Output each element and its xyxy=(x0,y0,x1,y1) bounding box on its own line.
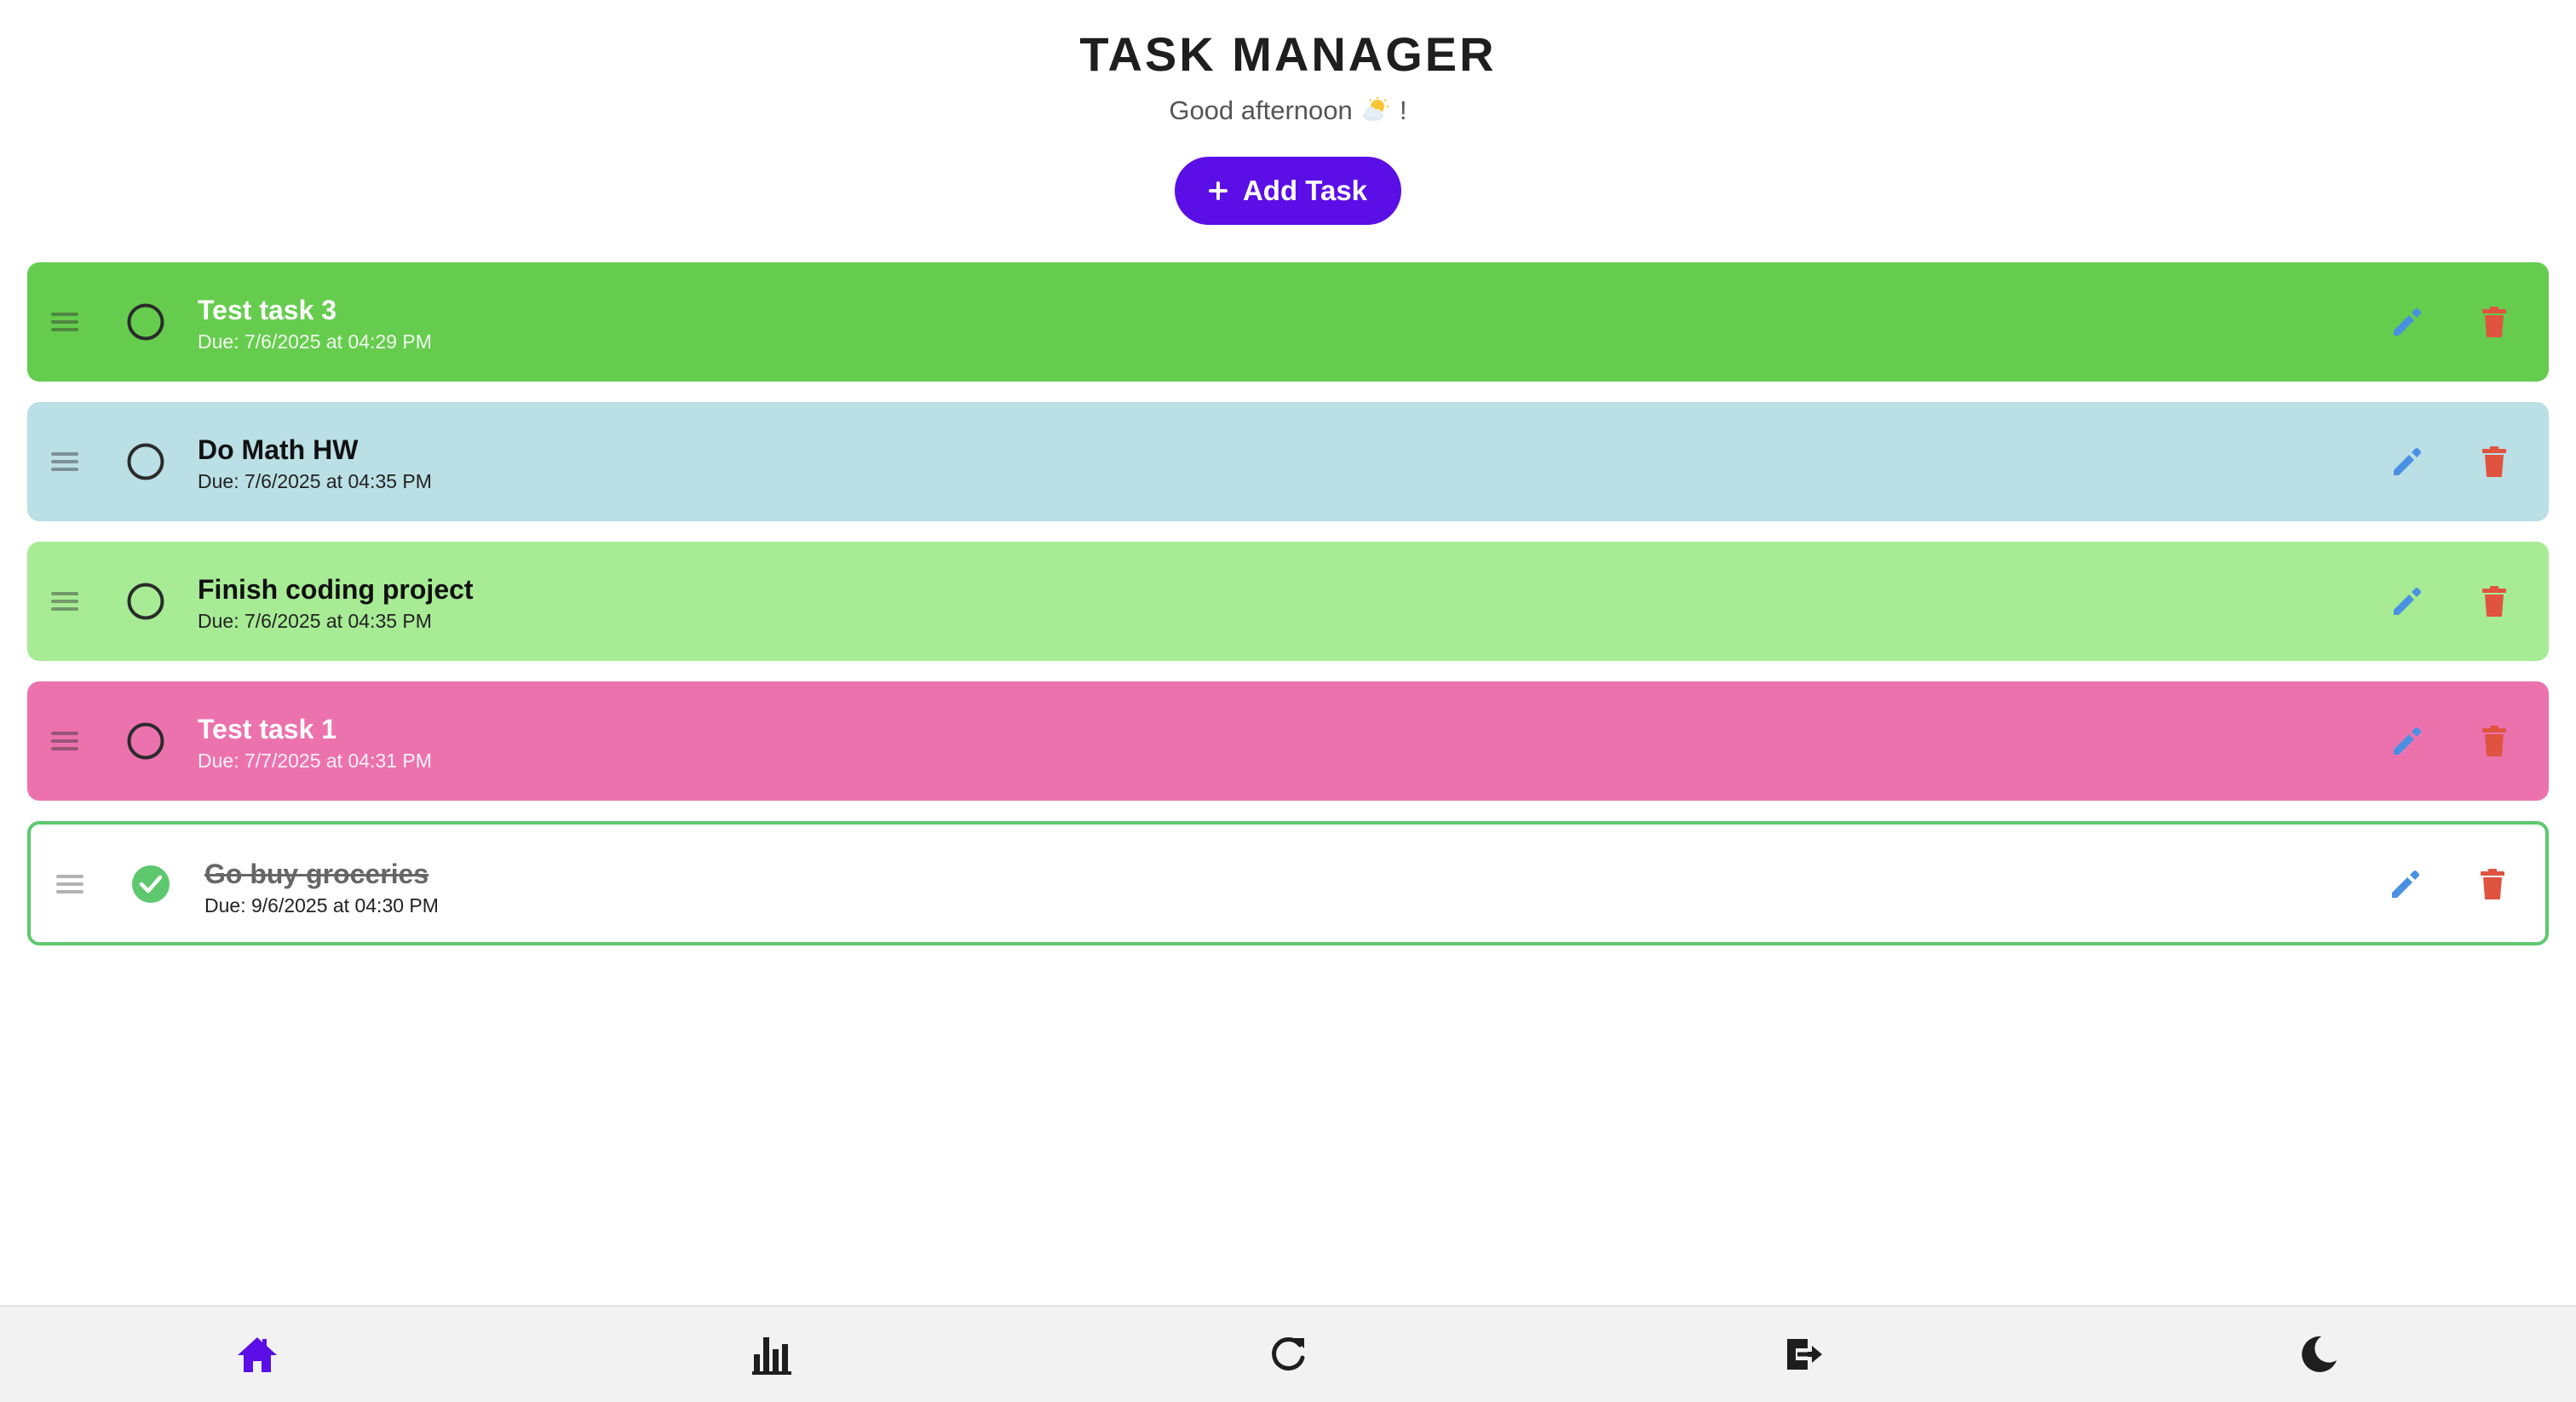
task-due-date: Due: 7/6/2025 at 04:35 PM xyxy=(198,470,432,492)
drag-handle-icon[interactable] xyxy=(51,732,78,750)
task-text: Do Math HW Due: 7/6/2025 at 04:35 PM xyxy=(198,433,432,494)
logout-icon xyxy=(1787,1339,1822,1370)
nav-stats-button[interactable] xyxy=(746,1329,797,1380)
unchecked-circle-icon[interactable] xyxy=(126,721,165,761)
add-task-button[interactable]: Add Task xyxy=(1175,157,1401,225)
task-due-date: Due: 7/6/2025 at 04:29 PM xyxy=(198,330,432,353)
bar-chart-icon xyxy=(752,1337,791,1375)
drag-handle-icon[interactable] xyxy=(56,875,83,893)
nav-logout-button[interactable] xyxy=(1779,1329,1830,1380)
pencil-icon[interactable] xyxy=(2389,867,2423,901)
task-text: Finish coding project Due: 7/6/2025 at 04… xyxy=(198,572,474,634)
pencil-icon[interactable] xyxy=(2390,445,2424,479)
drag-handle-icon[interactable] xyxy=(51,313,78,331)
greeting-exclamation: ! xyxy=(1400,95,1407,125)
task-name: Do Math HW xyxy=(198,434,359,465)
drag-handle-icon[interactable] xyxy=(51,592,78,611)
nav-home-button[interactable] xyxy=(232,1329,283,1380)
pencil-icon[interactable] xyxy=(2390,584,2424,618)
task-text: Test task 3 Due: 7/6/2025 at 04:29 PM xyxy=(198,293,432,354)
task-row[interactable]: Do Math HW Due: 7/6/2025 at 04:35 PM xyxy=(27,402,2549,521)
trash-icon[interactable] xyxy=(2475,867,2510,901)
task-row[interactable]: Test task 1 Due: 7/7/2025 at 04:31 PM xyxy=(27,681,2549,801)
task-due-date: Due: 7/7/2025 at 04:31 PM xyxy=(198,750,432,772)
greeting: Good afternoon ! xyxy=(0,92,2576,129)
trash-icon[interactable] xyxy=(2477,305,2511,339)
task-name: Finish coding project xyxy=(198,574,474,605)
task-row[interactable]: Test task 3 Due: 7/6/2025 at 04:29 PM xyxy=(27,262,2549,382)
pencil-icon[interactable] xyxy=(2390,724,2424,758)
greeting-text: Good afternoon xyxy=(1169,95,1353,125)
task-name: Go buy groceries xyxy=(204,859,429,889)
trash-icon[interactable] xyxy=(2477,724,2511,758)
sun-behind-cloud-icon xyxy=(1361,95,1390,121)
task-due-date: Due: 9/6/2025 at 04:30 PM xyxy=(204,894,439,916)
task-text: Go buy groceries Due: 9/6/2025 at 04:30 P… xyxy=(204,857,439,918)
bottom-nav xyxy=(0,1305,2576,1402)
task-name: Test task 1 xyxy=(198,714,337,744)
task-name: Test task 3 xyxy=(198,295,337,325)
unchecked-circle-icon[interactable] xyxy=(126,582,165,621)
unchecked-circle-icon[interactable] xyxy=(126,442,165,481)
trash-icon[interactable] xyxy=(2477,584,2511,618)
pencil-icon[interactable] xyxy=(2390,305,2424,339)
moon-icon xyxy=(2302,1336,2337,1372)
add-task-label: Add Task xyxy=(1242,175,1368,206)
checked-circle-icon[interactable] xyxy=(131,865,170,904)
unchecked-circle-icon[interactable] xyxy=(126,302,165,342)
nav-dark-mode-button[interactable] xyxy=(2293,1329,2344,1380)
drag-handle-icon[interactable] xyxy=(51,452,78,471)
trash-icon[interactable] xyxy=(2477,445,2511,479)
task-row[interactable]: Go buy groceries Due: 9/6/2025 at 04:30 P… xyxy=(27,821,2549,945)
task-list: Test task 3 Due: 7/6/2025 at 04:29 PM Do M… xyxy=(27,262,2549,966)
task-due-date: Due: 7/6/2025 at 04:35 PM xyxy=(198,610,432,632)
task-row[interactable]: Finish coding project Due: 7/6/2025 at 04… xyxy=(27,542,2549,661)
refresh-icon xyxy=(1272,1337,1305,1370)
task-text: Test task 1 Due: 7/7/2025 at 04:31 PM xyxy=(198,712,432,773)
page-title: TASK MANAGER xyxy=(1079,27,1497,81)
nav-refresh-button[interactable] xyxy=(1262,1329,1314,1380)
task-manager-page: TASK MANAGER Good afternoon ! Add Task T… xyxy=(0,0,2576,1402)
home-icon xyxy=(238,1337,277,1372)
plus-icon xyxy=(1208,181,1228,200)
